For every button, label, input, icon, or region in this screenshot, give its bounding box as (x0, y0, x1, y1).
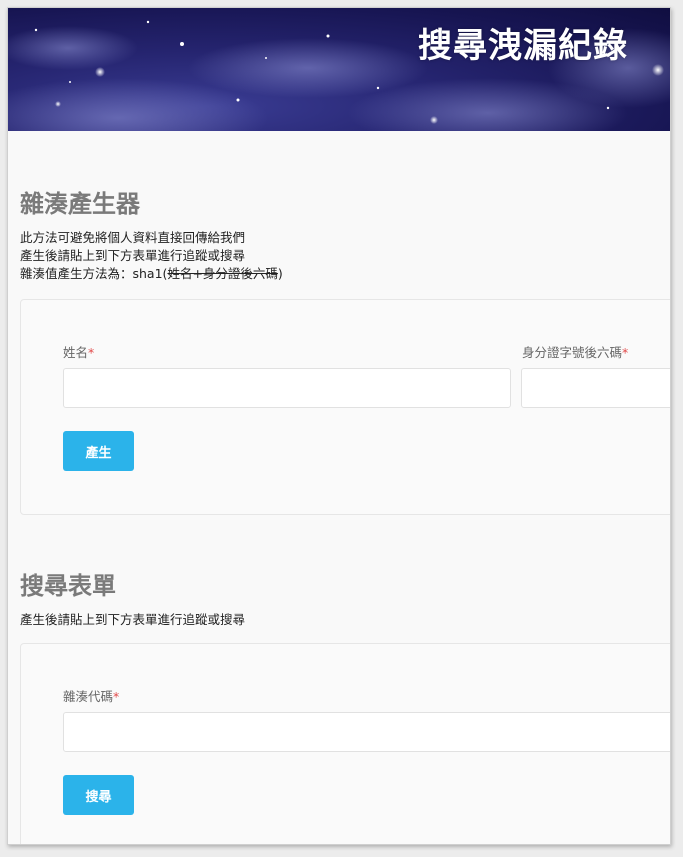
generator-section-title: 雜湊產生器 (20, 190, 140, 218)
search-section-title: 搜尋表單 (20, 572, 116, 600)
search-button[interactable]: 搜尋 (63, 775, 134, 815)
name-label-text: 姓名 (63, 345, 89, 360)
required-mark: * (88, 345, 95, 360)
required-mark: * (113, 689, 120, 704)
generator-form-card: 姓名* 身分證字號後六碼* 產生 (20, 299, 670, 515)
search-description: 產生後請貼上到下方表單進行追蹤或搜尋 (20, 612, 246, 627)
search-form-card: 雜湊代碼* 搜尋 (20, 643, 670, 844)
hash-code-label: 雜湊代碼* (63, 686, 119, 705)
generator-description: 此方法可避免將個人資料直接回傳給我們 產生後請貼上到下方表單進行追蹤或搜尋 雜湊… (20, 229, 283, 283)
id-suffix-label-text: 身分證字號後六碼 (522, 345, 623, 360)
generator-desc-line-2: 產生後請貼上到下方表單進行追蹤或搜尋 (20, 248, 246, 263)
required-mark: * (622, 345, 629, 360)
hash-code-label-text: 雜湊代碼 (63, 689, 114, 704)
generator-desc-line-1: 此方法可避免將個人資料直接回傳給我們 (20, 230, 246, 245)
generator-desc-line-3: 雜湊值產生方法為：sha1(姓名+身分證後六碼) (20, 265, 283, 283)
page-frame: 搜尋洩漏紀錄 雜湊產生器 此方法可避免將個人資料直接回傳給我們 產生後請貼上到下… (7, 7, 671, 845)
id-suffix-label: 身分證字號後六碼* (522, 342, 628, 361)
id-suffix-input[interactable] (521, 368, 670, 408)
name-input[interactable] (63, 368, 511, 408)
name-label: 姓名* (63, 342, 94, 361)
hash-code-input[interactable] (63, 712, 670, 752)
hash-method-prefix: 雜湊值產生方法為：sha1( (20, 266, 168, 281)
page-title: 搜尋洩漏紀錄 (418, 26, 628, 66)
generate-button[interactable]: 產生 (63, 431, 134, 471)
hash-method-suffix: ) (277, 266, 283, 281)
hash-method-formula: 姓名+身分證後六碼 (167, 266, 278, 281)
header-banner: 搜尋洩漏紀錄 (8, 8, 670, 131)
